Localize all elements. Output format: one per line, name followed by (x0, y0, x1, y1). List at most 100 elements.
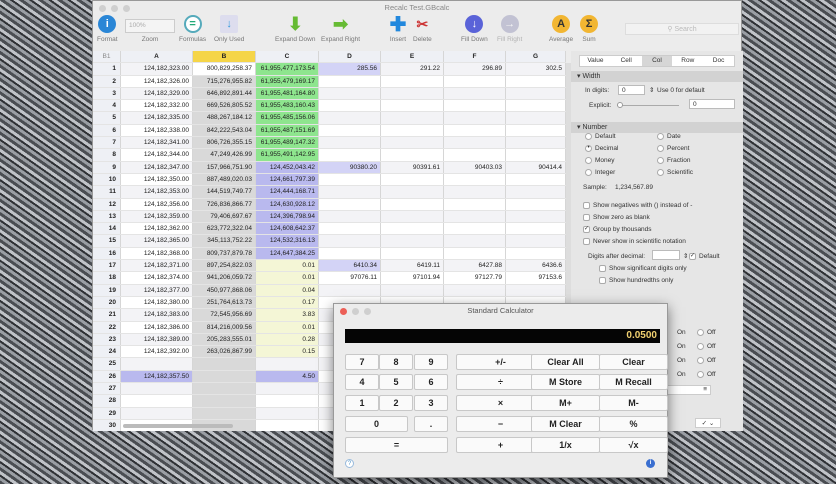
cell-a18[interactable]: 124,182,374.00 (121, 272, 193, 284)
fill-down-button[interactable]: ↓ Fill Down (461, 15, 488, 43)
row-header[interactable]: 30 (93, 419, 121, 431)
cell-c2[interactable]: 61,955,479,169.17 (256, 75, 319, 87)
zoom-control[interactable]: 100% Zoom (125, 15, 175, 43)
cell-g15[interactable] (506, 235, 566, 247)
cell-d11[interactable] (319, 186, 381, 198)
insert-button[interactable]: ✚ Insert (389, 14, 407, 44)
calc-button[interactable]: 2 (379, 395, 413, 411)
digits-stepper[interactable]: ⇕ (683, 252, 688, 260)
cell-c1[interactable]: 61,955,477,173.54 (256, 63, 319, 75)
cell-g1[interactable]: 302.5 (506, 63, 566, 75)
row-header[interactable]: 11 (93, 186, 121, 198)
cell-f14[interactable] (444, 223, 506, 235)
cell-c28[interactable] (256, 395, 319, 407)
cell-d18[interactable]: 97076.11 (319, 272, 381, 284)
calc-button[interactable]: = (345, 437, 448, 453)
row-header[interactable]: 29 (93, 407, 121, 419)
calculator-minimize-button[interactable] (352, 308, 359, 315)
row-header[interactable]: 27 (93, 383, 121, 395)
cell-c12[interactable]: 124,630,928.12 (256, 198, 319, 210)
cell-b4[interactable]: 669,526,805.52 (193, 100, 256, 112)
cell-c18[interactable]: 0.01 (256, 272, 319, 284)
cell-a23[interactable]: 124,182,389.00 (121, 333, 193, 346)
cell-g16[interactable] (506, 247, 566, 260)
calc-button[interactable]: M+ (531, 395, 600, 411)
horizontal-scrollbar[interactable] (123, 424, 233, 428)
cell-a8[interactable]: 124,182,344.00 (121, 149, 193, 161)
cell-e19[interactable] (381, 284, 444, 296)
off-radio[interactable]: Off (697, 357, 716, 364)
cell-b15[interactable]: 345,113,752.22 (193, 235, 256, 247)
calculator-zoom-button[interactable] (364, 308, 371, 315)
cell-c29[interactable] (256, 407, 319, 419)
check-dropdown[interactable]: ✓ ⌄ (695, 418, 721, 428)
cell-b10[interactable]: 887,489,020.03 (193, 173, 256, 186)
cell-g10[interactable] (506, 173, 566, 186)
column-header-a[interactable]: A (121, 51, 193, 63)
calc-button[interactable]: 8 (379, 354, 413, 370)
format-button[interactable]: i Format (97, 15, 118, 43)
row-header[interactable]: 5 (93, 112, 121, 124)
cell-d17[interactable]: 6410.34 (319, 260, 381, 272)
on-radio[interactable]: On (677, 357, 686, 364)
cell-f19[interactable] (444, 284, 506, 296)
cell-e2[interactable] (381, 75, 444, 87)
explicit-slider[interactable] (617, 102, 679, 108)
cell-b14[interactable]: 623,772,322.04 (193, 223, 256, 235)
digits-after-decimal-input[interactable] (652, 250, 680, 260)
cell-f8[interactable] (444, 149, 506, 161)
cell-a14[interactable]: 124,182,362.00 (121, 223, 193, 235)
cell-a7[interactable]: 124,182,341.00 (121, 137, 193, 149)
cell-d5[interactable] (319, 112, 381, 124)
align-right-button[interactable]: ≡ (667, 385, 711, 395)
cell-e9[interactable]: 90391.61 (381, 161, 444, 173)
cell-c6[interactable]: 61,955,487,151.69 (256, 124, 319, 137)
cell-f10[interactable] (444, 173, 506, 186)
number-section-header[interactable]: ▾ Number (571, 122, 743, 133)
cell-b17[interactable]: 897,254,822.03 (193, 260, 256, 272)
cell-d14[interactable] (319, 223, 381, 235)
cell-d13[interactable] (319, 210, 381, 223)
cell-a13[interactable]: 124,182,359.00 (121, 210, 193, 223)
window-controls[interactable] (99, 5, 130, 12)
sum-button[interactable]: Σ Sum (580, 15, 598, 43)
row-header[interactable]: 24 (93, 346, 121, 358)
row-header[interactable]: 18 (93, 272, 121, 284)
cell-f7[interactable] (444, 137, 506, 149)
cell-f11[interactable] (444, 186, 506, 198)
cell-c20[interactable]: 0.17 (256, 296, 319, 309)
row-header[interactable]: 1 (93, 63, 121, 75)
calc-button[interactable]: M Recall (599, 374, 668, 390)
cell-b24[interactable]: 263,026,867.99 (193, 346, 256, 358)
cell-d16[interactable] (319, 247, 381, 260)
significant-digits-checkbox[interactable]: Show significant digits only (599, 265, 687, 272)
cell-b20[interactable]: 251,764,613.73 (193, 296, 256, 309)
cell-c11[interactable]: 124,444,168.71 (256, 186, 319, 198)
cell-b21[interactable]: 72,545,956.69 (193, 309, 256, 321)
cell-c8[interactable]: 61,955,491,142.95 (256, 149, 319, 161)
row-header[interactable]: 13 (93, 210, 121, 223)
cell-e16[interactable] (381, 247, 444, 260)
row-header[interactable]: 16 (93, 247, 121, 260)
cell-c30[interactable] (256, 419, 319, 431)
row-header[interactable]: 9 (93, 161, 121, 173)
explicit-input[interactable]: 0 (689, 99, 735, 109)
row-header[interactable]: 26 (93, 370, 121, 383)
radio-default[interactable]: Default (585, 133, 616, 140)
cell-b8[interactable]: 47,249,426.99 (193, 149, 256, 161)
cell-d19[interactable] (319, 284, 381, 296)
cell-e14[interactable] (381, 223, 444, 235)
only-used-button[interactable]: ↓ Only Used (214, 15, 244, 43)
on-radio[interactable]: On (677, 329, 686, 336)
cell-d12[interactable] (319, 198, 381, 210)
option-checkbox[interactable]: Never show in scientific notation (583, 238, 686, 245)
on-radio[interactable]: On (677, 371, 686, 378)
cell-a3[interactable]: 124,182,329.00 (121, 87, 193, 100)
cell-e3[interactable] (381, 87, 444, 100)
cell-a21[interactable]: 124,182,383.00 (121, 309, 193, 321)
tab-cell[interactable]: Cell (611, 56, 642, 66)
cell-g3[interactable] (506, 87, 566, 100)
close-button[interactable] (99, 5, 106, 12)
cell-a4[interactable]: 124,182,332.00 (121, 100, 193, 112)
row-header[interactable]: 6 (93, 124, 121, 137)
